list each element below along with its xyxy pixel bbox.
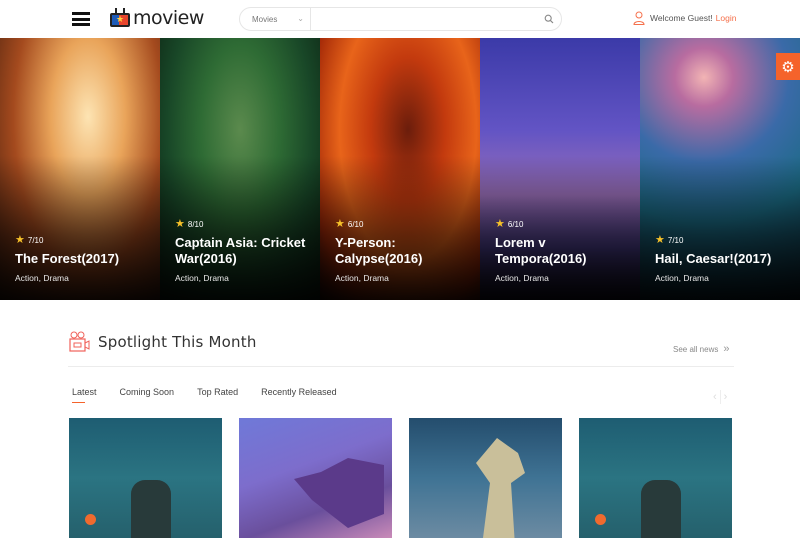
search-icon[interactable] [537,8,561,30]
slide-genre: Action, Drama [655,273,709,283]
rating: ★ 6/10 [495,218,634,230]
login-link[interactable]: Login [716,13,737,23]
menu-icon[interactable] [72,12,90,26]
section-header: Spotlight This Month [68,331,257,353]
chevron-left-icon[interactable]: ‹ [713,391,717,403]
tab-coming-soon[interactable]: Coming Soon [120,387,175,397]
section-title: Spotlight This Month [98,333,257,351]
slide-item[interactable]: ★ 6/10 Lorem v Tempora(2016) Action, Dram… [480,38,640,300]
search-category-value: Movies [252,14,278,24]
divider [68,366,734,367]
welcome-text: Welcome Guest! [650,13,713,23]
movie-card[interactable] [239,418,392,538]
movie-card[interactable] [579,418,732,538]
brand-name: moview [133,7,204,29]
site-header: ★ moview Movies ⌄ Welcome Guest! Login [0,0,800,38]
chevron-right-icon[interactable]: › [724,391,728,403]
rating-value: 6/10 [507,219,524,229]
star-icon: ★ [655,234,665,246]
slide-title[interactable]: Captain Asia: Cricket War(2016) [175,235,314,267]
movie-card[interactable] [409,418,562,538]
tab-top-rated[interactable]: Top Rated [197,387,238,397]
search-bar: Movies ⌄ [239,7,562,31]
rating: ★ 7/10 [15,234,154,246]
rating: ★ 7/10 [655,234,794,246]
star-icon: ★ [335,218,345,230]
featured-slider: ★ 7/10 The Forest(2017) Action, Drama ★ 8/… [0,38,800,300]
tv-logo-icon: ★ [110,8,130,27]
slide-item[interactable]: ★ 8/10 Captain Asia: Cricket War(2016) Ac… [160,38,320,300]
user-icon [633,11,645,25]
film-camera-icon [69,331,90,352]
tab-recently-released[interactable]: Recently Released [261,387,337,397]
slide-title[interactable]: Hail, Caesar!(2017) [655,251,794,267]
slide-genre: Action, Drama [495,273,549,283]
tab-latest[interactable]: Latest [72,387,97,403]
search-category-select[interactable]: Movies ⌄ [240,8,311,30]
slide-item[interactable]: ★ 6/10 Y-Person: Calypse(2016) Action, Dr… [320,38,480,300]
search-input[interactable] [311,8,537,30]
rating-value: 7/10 [667,235,684,245]
carousel-nav: ‹ › [713,390,727,404]
chevron-down-icon: ⌄ [297,14,304,23]
slide-genre: Action, Drama [175,273,229,283]
rating-value: 8/10 [187,219,204,229]
star-icon: ★ [15,234,25,246]
gear-icon: ⚙ [781,58,795,76]
slide-item[interactable]: ★ 7/10 The Forest(2017) Action, Drama [0,38,160,300]
slide-genre: Action, Drama [15,273,69,283]
slide-title[interactable]: Lorem v Tempora(2016) [495,235,634,267]
double-chevron-right-icon: » [723,343,730,355]
movie-card[interactable] [69,418,222,538]
movie-cards [69,418,749,538]
rating: ★ 8/10 [175,218,314,230]
spotlight-tabs: Latest Coming Soon Top Rated Recently Re… [72,387,360,403]
rating: ★ 6/10 [335,218,474,230]
logo[interactable]: ★ moview [110,6,204,30]
user-area: Welcome Guest! Login [633,11,736,25]
slide-title[interactable]: The Forest(2017) [15,251,154,267]
slide-title[interactable]: Y-Person: Calypse(2016) [335,235,474,267]
star-icon: ★ [175,218,185,230]
slide-genre: Action, Drama [335,273,389,283]
settings-button[interactable]: ⚙ [776,53,800,80]
rating-value: 6/10 [347,219,364,229]
see-all-news-link[interactable]: See all news » [673,343,729,355]
see-all-label: See all news [673,344,719,354]
star-icon: ★ [495,218,505,230]
rating-value: 7/10 [27,235,44,245]
